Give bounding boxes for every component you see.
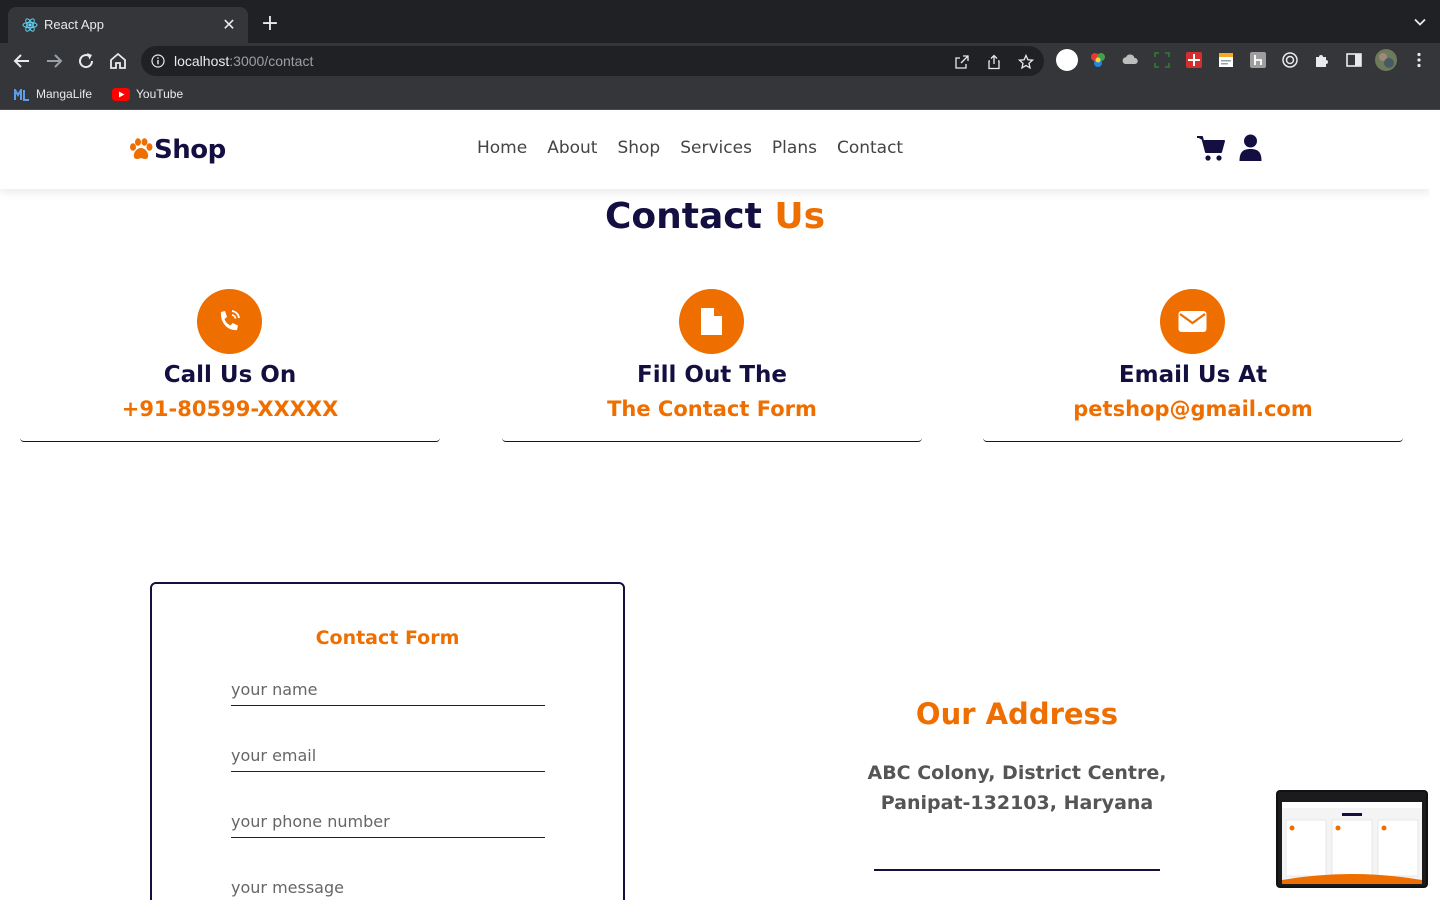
nav-about[interactable]: About [547, 138, 597, 158]
info-icon-circle [679, 289, 744, 354]
page-title-main: Contact [604, 196, 762, 237]
browser-tab[interactable]: React App ✕ [8, 7, 248, 43]
cart-icon[interactable] [1196, 134, 1226, 162]
react-logo-icon [22, 18, 38, 32]
open-external-icon[interactable] [954, 54, 970, 70]
home-icon[interactable] [106, 49, 130, 73]
info-email-value[interactable]: petshop@gmail.com [983, 397, 1403, 421]
info-box-form: Fill Out The The Contact Form [502, 289, 922, 442]
info-title: Call Us On [163, 362, 297, 388]
url-text[interactable]: localhost:3000/contact [174, 53, 313, 69]
browser-tab-strip: React App ✕ + [0, 0, 1440, 43]
paw-icon [130, 138, 153, 159]
tab-title: React App [44, 17, 104, 32]
nav-home[interactable]: Home [477, 138, 527, 158]
floating-preview-thumbnail[interactable] [1276, 790, 1428, 888]
document-icon [701, 308, 722, 335]
kebab-menu-icon[interactable] [1410, 51, 1428, 69]
notes-extension-icon[interactable] [1217, 51, 1235, 69]
bookmarks-bar: MangaLife YouTube [0, 78, 1440, 110]
bookmark-star-icon[interactable] [1018, 54, 1034, 70]
page-scrollbar[interactable] [1430, 111, 1440, 900]
screenshot-extension-icon[interactable] [1153, 51, 1171, 69]
reload-icon[interactable] [74, 49, 98, 73]
cloud-extension-icon[interactable] [1121, 51, 1139, 69]
profile-circle-icon[interactable] [1055, 48, 1079, 72]
share-icon[interactable] [986, 54, 1002, 70]
forward-arrow-icon[interactable] [42, 49, 66, 73]
message-input[interactable] [231, 872, 545, 900]
mangalife-logo-icon [14, 88, 29, 101]
page-title: Contact Us [0, 196, 1430, 237]
email-input[interactable] [231, 740, 545, 772]
gift-extension-icon[interactable] [1185, 51, 1203, 69]
back-arrow-icon[interactable] [10, 49, 34, 73]
info-box-email: Email Us At petshop@gmail.com [983, 289, 1403, 442]
envelope-icon [1178, 311, 1207, 332]
nav-contact[interactable]: Contact [837, 138, 903, 158]
new-tab-icon[interactable]: + [258, 13, 282, 37]
url-path: :3000/contact [229, 53, 314, 69]
site-logo[interactable]: Shop [128, 132, 226, 168]
contact-form-title: Contact Form [315, 627, 460, 649]
nav-shop[interactable]: Shop [617, 138, 660, 158]
target-extension-icon[interactable] [1281, 51, 1299, 69]
address-divider [874, 869, 1160, 871]
address-bar[interactable]: localhost:3000/contact [141, 46, 1044, 76]
close-tab-icon[interactable]: ✕ [220, 16, 238, 34]
page-title-accent: Us [774, 196, 826, 237]
side-panel-icon[interactable] [1345, 51, 1363, 69]
url-host: localhost [174, 53, 230, 69]
phone-input[interactable] [231, 806, 545, 838]
puzzle-extensions-icon[interactable] [1313, 51, 1331, 69]
info-box-call: Call Us On +91-80599-XXXXX [20, 289, 440, 442]
address-title: Our Address [915, 697, 1119, 731]
user-icon[interactable] [1239, 134, 1262, 162]
thumbnail-preview-graphic [1282, 802, 1422, 884]
phone-icon [220, 310, 240, 331]
bookmark-mangalife[interactable]: MangaLife [14, 85, 92, 103]
name-input[interactable] [231, 674, 545, 706]
address-line-1: ABC Colony, District Centre, [867, 762, 1167, 784]
color-wheel-extension-icon[interactable] [1089, 51, 1107, 69]
info-title: Fill Out The [637, 362, 787, 388]
bookmark-label: YouTube [136, 87, 184, 101]
youtube-logo-icon [112, 88, 130, 102]
info-icon-circle [197, 289, 262, 354]
site-header: Shop Home About Shop Services Plans Cont… [0, 111, 1430, 189]
page-viewport: Shop Home About Shop Services Plans Cont… [0, 111, 1430, 900]
nav-plans[interactable]: Plans [772, 138, 817, 158]
main-nav: Home About Shop Services Plans Contact [477, 138, 923, 158]
info-icon[interactable] [151, 54, 165, 68]
logo-text: Shop [154, 135, 226, 165]
thumbnail-image [1282, 802, 1422, 884]
nav-services[interactable]: Services [680, 138, 752, 158]
avatar[interactable] [1374, 48, 1398, 72]
info-icon-circle [1160, 289, 1225, 354]
h-extension-icon[interactable] [1249, 51, 1267, 69]
info-title: Email Us At [1118, 362, 1268, 388]
address-line-2: Panipat-132103, Haryana [880, 792, 1154, 814]
bookmark-label: MangaLife [36, 87, 93, 101]
browser-toolbar: localhost:3000/contact [0, 43, 1440, 78]
info-phone-value[interactable]: +91-80599-XXXXX [20, 397, 440, 421]
contact-form-card: Contact Form [150, 582, 625, 900]
info-form-value[interactable]: The Contact Form [502, 397, 922, 421]
chevron-down-icon[interactable] [1412, 14, 1428, 30]
bookmark-youtube[interactable]: YouTube [112, 85, 183, 103]
